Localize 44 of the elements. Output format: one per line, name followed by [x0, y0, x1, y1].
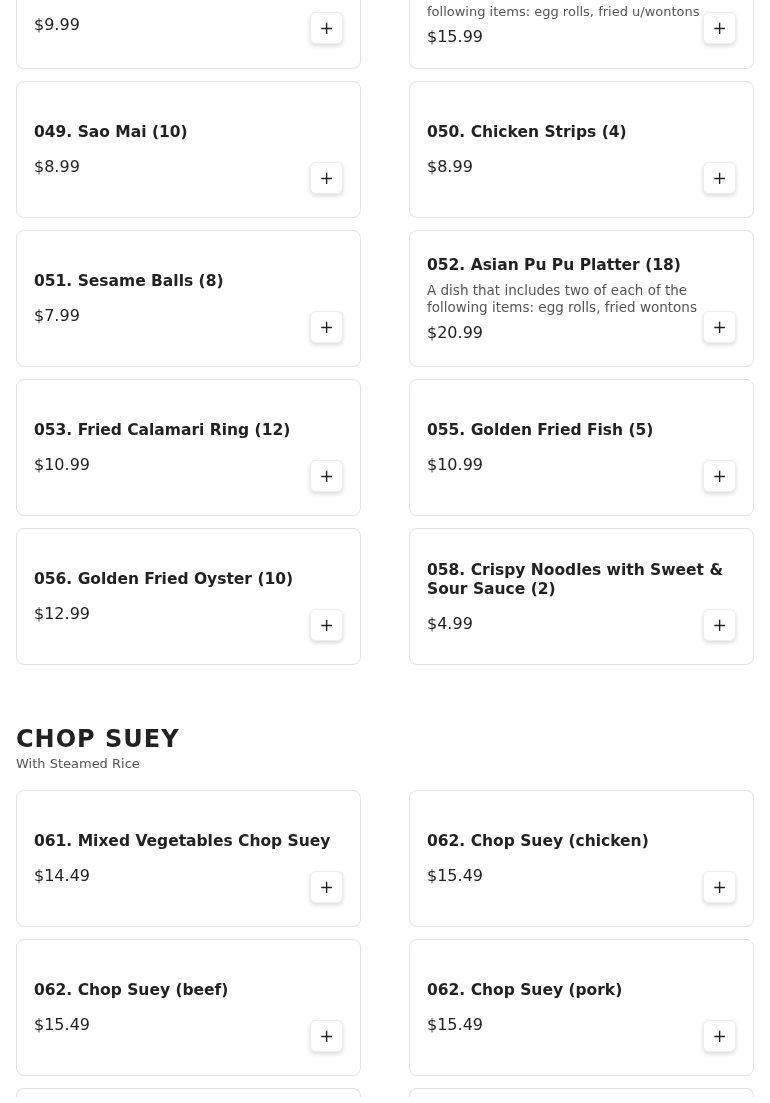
item-price: $8.99: [427, 157, 473, 176]
add-button[interactable]: +: [310, 460, 343, 492]
item-price: $12.99: [34, 604, 90, 623]
item-name: 058. Crispy Noodles with Sweet & Sour Sauce (2): [427, 560, 724, 599]
item-description: A dish that includes two of each of the following items: egg rolls, fried wontons: [427, 281, 698, 316]
add-button[interactable]: +: [703, 460, 736, 492]
item-price: $14.49: [34, 866, 90, 885]
item-price: $7.99: [34, 306, 80, 325]
item-price: $10.99: [427, 455, 483, 474]
item-price: $15.99: [427, 27, 483, 46]
add-button[interactable]: +: [310, 311, 343, 343]
add-button[interactable]: +: [703, 871, 736, 903]
item-price: $15.49: [34, 1015, 90, 1034]
item-name: 050. Chicken Strips (4): [427, 123, 628, 142]
item-price: $15.49: [427, 866, 483, 885]
add-button[interactable]: +: [703, 162, 736, 194]
item-price: $9.99: [34, 15, 80, 34]
add-button[interactable]: +: [703, 311, 736, 343]
item-name: 051. Sesame Balls (8): [34, 272, 225, 291]
add-button[interactable]: +: [703, 1020, 736, 1052]
item-name: 053. Fried Calamari Ring (12): [34, 421, 292, 440]
item-description: following items: egg rolls, fried u/wontons: [427, 3, 701, 20]
add-button[interactable]: +: [310, 162, 343, 194]
add-button[interactable]: +: [310, 1020, 343, 1052]
add-button[interactable]: +: [310, 609, 343, 641]
item-name: 061. Mixed Vegetables Chop Suey: [34, 832, 332, 851]
item-name: 055. Golden Fried Fish (5): [427, 421, 655, 440]
item-name: 062. Chop Suey (pork): [427, 981, 624, 1000]
item-name: 062. Chop Suey (beef): [34, 981, 230, 1000]
item-price: $8.99: [34, 157, 80, 176]
item-price: $15.49: [427, 1015, 483, 1034]
item-price: $10.99: [34, 455, 90, 474]
section-title: CHOP SUEY: [16, 725, 181, 753]
section-subtitle: With Steamed Rice: [16, 756, 141, 772]
item-name: 049. Sao Mai (10): [34, 123, 189, 142]
add-button[interactable]: +: [703, 12, 736, 44]
add-button[interactable]: +: [310, 12, 343, 44]
item-price: $4.99: [427, 613, 473, 633]
item-price: $20.99: [427, 322, 483, 342]
item-name: 062. Chop Suey (chicken): [427, 832, 650, 851]
item-name: 052. Asian Pu Pu Platter (18): [427, 255, 682, 275]
add-button[interactable]: +: [703, 609, 736, 641]
item-name: 056. Golden Fried Oyster (10): [34, 570, 295, 589]
add-button[interactable]: +: [310, 871, 343, 903]
